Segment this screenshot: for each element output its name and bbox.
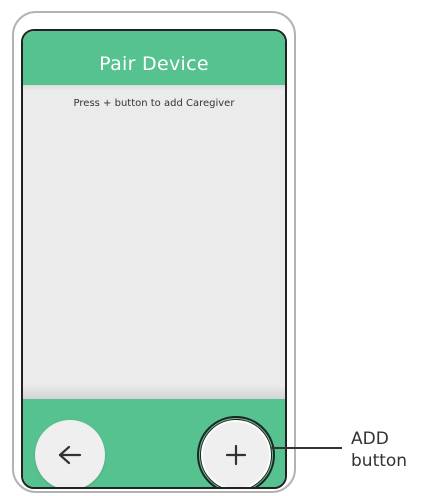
add-button[interactable] [201,420,271,487]
footer-bar [23,399,285,487]
callout-label: ADD button [351,428,407,472]
callout-label-line1: ADD [351,429,389,449]
content-area: Press + button to add Caregiver [23,85,285,397]
header-bar: Pair Device [23,31,285,85]
content-divider [23,385,285,399]
device-screen: Pair Device Press + button to add Caregi… [21,29,287,489]
instruction-text: Press + button to add Caregiver [73,98,235,109]
plus-icon [225,444,247,466]
page-title: Pair Device [99,53,209,75]
back-button[interactable] [35,420,105,487]
callout-leader-line [271,447,342,449]
arrow-left-icon [58,445,82,465]
stage: Pair Device Press + button to add Caregi… [0,0,434,496]
callout-label-line2: button [351,451,408,471]
